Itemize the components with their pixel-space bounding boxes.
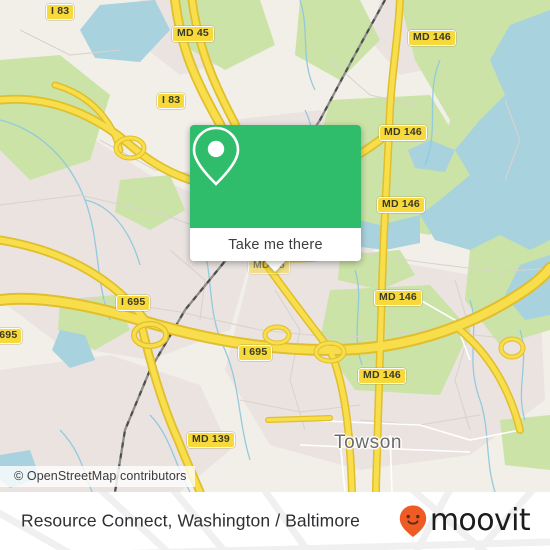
osm-attribution[interactable]: © OpenStreetMap contributors [0,466,195,487]
road-shield: I 83 [157,93,186,109]
road-shield: MD 139 [187,432,235,448]
road-shield: I 695 [0,328,23,344]
take-me-there-button[interactable]: Take me there [190,228,361,261]
road-shield: I 695 [116,295,151,311]
moovit-wordmark: moovit [429,503,531,538]
footer-bar: Resource Connect, Washington / Baltimore… [0,492,550,550]
road-shield: MD 146 [358,368,406,384]
station-popup[interactable]: Take me there [190,125,361,261]
road-shield: MD 146 [408,30,456,46]
moovit-station-card: I 83 MD 45 I 83 MD 146 MD 146 MD 146 MD 45 I 69… [0,0,550,550]
road-shield: MD 45 [172,26,214,42]
map-canvas[interactable]: I 83 MD 45 I 83 MD 146 MD 146 MD 146 MD 45 I 69… [0,0,550,492]
road-shield: MD 146 [377,197,425,213]
road-shield: I 83 [46,4,75,20]
map-pin-icon [192,126,240,186]
road-shield: I 695 [238,345,273,361]
road-shield: MD 146 [374,290,422,306]
moovit-smiley-pin-icon [399,505,427,537]
road-shield: MD 146 [379,125,427,141]
page-title: Resource Connect, Washington / Baltimore [21,510,360,531]
place-label: Towson [334,432,403,453]
moovit-logo[interactable]: moovit [398,503,531,538]
popup-header [190,125,361,228]
